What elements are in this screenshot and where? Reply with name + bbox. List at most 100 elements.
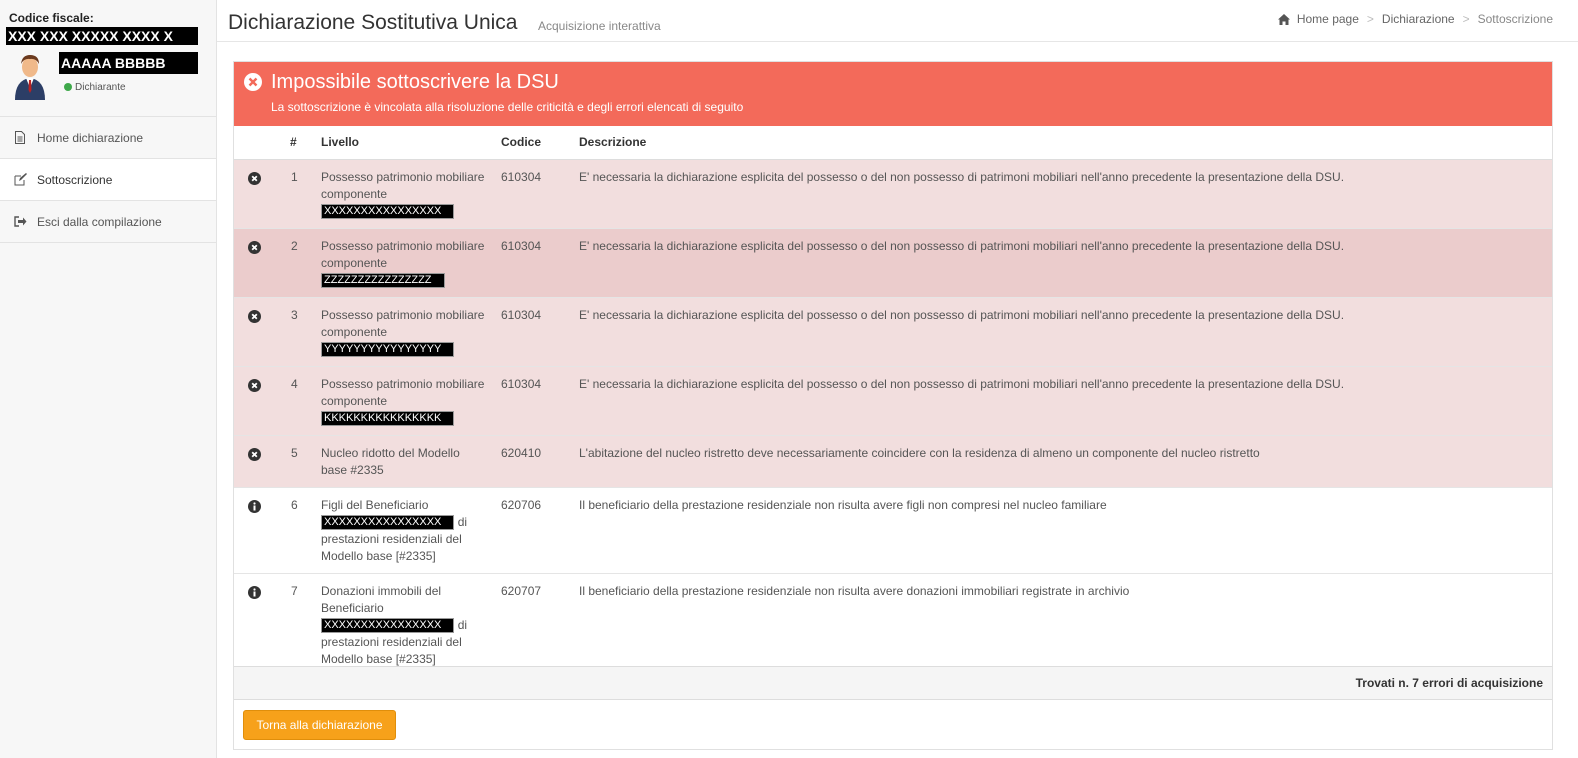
breadcrumb-dichiarazione-link[interactable]: Dichiarazione: [1382, 12, 1455, 26]
row-number: 4: [276, 366, 315, 436]
row-level: Possesso patrimonio mobiliare componente…: [315, 228, 495, 298]
row-number: 2: [276, 228, 315, 298]
edit-icon: [14, 172, 28, 187]
table-row: 7 Donazioni immobili del Beneficiario XXX…: [234, 573, 1552, 677]
error-circle-icon: [248, 309, 261, 323]
row-level-text: Possesso patrimonio mobiliare componente: [321, 376, 485, 408]
row-description: E' necessaria la dichiarazione esplicita…: [573, 297, 1552, 367]
breadcrumb-home-link[interactable]: Home page: [1297, 12, 1359, 26]
row-level: Possesso patrimonio mobiliare componente…: [315, 159, 495, 229]
row-status-cell: [234, 366, 276, 436]
breadcrumb-separator: >: [1462, 12, 1470, 26]
errors-table: # Livello Codice Descrizione 1 Possesso p…: [234, 126, 1552, 677]
table-header-row: # Livello Codice Descrizione: [234, 126, 1552, 160]
row-level: Possesso patrimonio mobiliare componente…: [315, 297, 495, 367]
row-level: Nucleo ridotto del Modello base #2335: [315, 435, 495, 488]
page-subtitle: Acquisizione interattiva: [538, 19, 661, 33]
row-description: E' necessaria la dichiarazione esplicita…: [573, 366, 1552, 436]
sidebar-item-label: Home dichiarazione: [37, 130, 144, 145]
column-header-descrizione: Descrizione: [573, 126, 1552, 160]
row-level-text: Figli del Beneficiario: [321, 497, 429, 512]
row-code: 620706: [495, 487, 573, 574]
close-circle-icon: [244, 73, 262, 91]
row-number: 3: [276, 297, 315, 367]
role-label: Dichiarante: [75, 82, 126, 93]
row-number: 7: [276, 573, 315, 677]
home-icon: [1277, 13, 1290, 25]
alert-title: Impossibile sottoscrivere la DSU: [271, 71, 559, 93]
info-circle-icon: [248, 585, 261, 599]
sidebar-item-sottoscrizione[interactable]: Sottoscrizione: [0, 159, 216, 201]
sidebar-item-label: Esci dalla compilazione: [37, 214, 162, 229]
table-row: 6 Figli del Beneficiario XXXXXXXXXXXXXXXX…: [234, 487, 1552, 574]
user-name: AAAAA BBBBB: [59, 52, 198, 74]
row-description: E' necessaria la dichiarazione esplicita…: [573, 228, 1552, 298]
status-dot-icon: [64, 83, 72, 91]
row-description: Il beneficiario della prestazione reside…: [573, 573, 1552, 677]
column-header-codice: Codice: [495, 126, 573, 160]
sidebar-item-label: Sottoscrizione: [37, 172, 113, 187]
redacted-value: YYYYYYYYYYYYYYYY: [321, 341, 455, 357]
sidebar-item-home-dichiarazione[interactable]: Home dichiarazione: [0, 117, 216, 159]
back-to-declaration-button[interactable]: Torna alla dichiarazione: [243, 710, 396, 740]
error-circle-icon: [248, 378, 261, 392]
breadcrumb-current: Sottoscrizione: [1477, 12, 1553, 26]
error-circle-icon: [248, 447, 261, 461]
breadcrumb-separator: >: [1366, 12, 1374, 26]
row-number: 1: [276, 159, 315, 229]
row-level-text: Nucleo ridotto del Modello base #2335: [321, 445, 460, 477]
errors-summary: Trovati n. 7 errori di acquisizione: [1355, 676, 1543, 690]
page-header: Dichiarazione Sostitutiva Unica Acquisiz…: [217, 0, 1578, 42]
row-code: 620707: [495, 573, 573, 677]
row-status-cell: [234, 487, 276, 574]
error-circle-icon: [248, 171, 261, 185]
row-code: 610304: [495, 366, 573, 436]
sign-out-icon: [14, 215, 28, 229]
row-level: Donazioni immobili del Beneficiario XXXX…: [315, 573, 495, 677]
page-title: Dichiarazione Sostitutiva Unica: [228, 11, 518, 34]
info-circle-icon: [248, 499, 261, 513]
column-header-num: #: [276, 126, 315, 160]
row-status-cell: [234, 297, 276, 367]
table-row: 4 Possesso patrimonio mobiliare component…: [234, 366, 1552, 436]
sidebar-item-esci[interactable]: Esci dalla compilazione: [0, 201, 216, 243]
user-profile: Codice fiscale: XXX XXX XXXXX XXXX X AAA…: [0, 0, 216, 117]
row-description: Il beneficiario della prestazione reside…: [573, 487, 1552, 574]
file-icon: [14, 130, 28, 145]
redacted-value: XXXXXXXXXXXXXXXX: [321, 617, 455, 633]
fiscal-code-value: XXX XXX XXXXX XXXX X: [6, 27, 198, 45]
column-header-icon: [234, 126, 276, 160]
user-role: Dichiarante: [64, 82, 126, 93]
row-code: 610304: [495, 228, 573, 298]
fiscal-code-label: Codice fiscale:: [9, 11, 94, 25]
row-status-cell: [234, 573, 276, 677]
row-level-text: Possesso patrimonio mobiliare componente: [321, 307, 485, 339]
row-status-cell: [234, 228, 276, 298]
summary-bar: Trovati n. 7 errori di acquisizione: [234, 666, 1552, 700]
errors-panel: Impossibile sottoscrivere la DSU La sott…: [233, 61, 1553, 750]
table-row: 1 Possesso patrimonio mobiliare component…: [234, 159, 1552, 229]
row-description: E' necessaria la dichiarazione esplicita…: [573, 159, 1552, 229]
row-status-cell: [234, 159, 276, 229]
row-status-cell: [234, 435, 276, 488]
redacted-value: KKKKKKKKKKKKKKKK: [321, 410, 455, 426]
table-row: 3 Possesso patrimonio mobiliare component…: [234, 297, 1552, 367]
row-description: L'abitazione del nucleo ristretto deve n…: [573, 435, 1552, 488]
row-number: 6: [276, 487, 315, 574]
row-level-text: Possesso patrimonio mobiliare componente: [321, 238, 485, 270]
row-code: 610304: [495, 159, 573, 229]
row-code: 620410: [495, 435, 573, 488]
error-circle-icon: [248, 240, 261, 254]
sidebar: Codice fiscale: XXX XXX XXXXX XXXX X AAA…: [0, 0, 217, 758]
redacted-value: ZZZZZZZZZZZZZZZZ: [321, 272, 445, 288]
redacted-value: XXXXXXXXXXXXXXXX: [321, 203, 455, 219]
row-level-text: Donazioni immobili del Beneficiario: [321, 583, 442, 615]
row-code: 610304: [495, 297, 573, 367]
avatar: [12, 52, 48, 100]
table-row: 5 Nucleo ridotto del Modello base #2335 6…: [234, 435, 1552, 488]
breadcrumb: Home page > Dichiarazione > Sottoscrizio…: [1277, 12, 1553, 26]
column-header-livello: Livello: [315, 126, 495, 160]
row-number: 5: [276, 435, 315, 488]
error-alert: Impossibile sottoscrivere la DSU La sott…: [234, 62, 1552, 126]
row-level-text: Possesso patrimonio mobiliare componente: [321, 169, 485, 201]
